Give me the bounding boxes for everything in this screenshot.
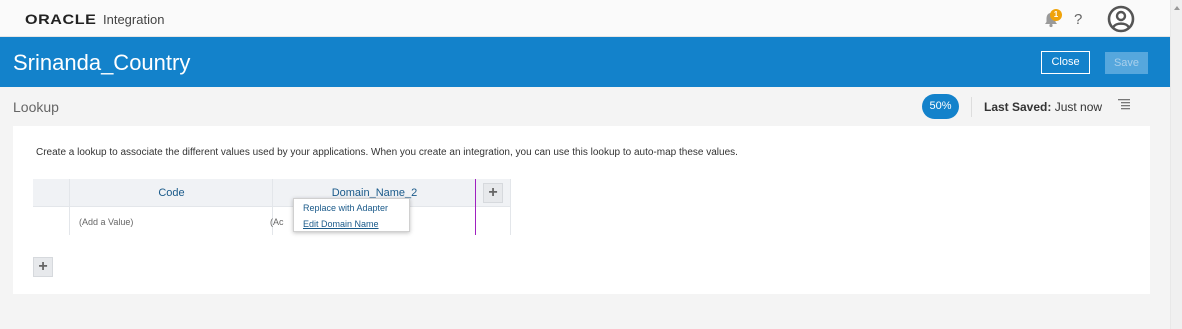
save-button[interactable]: Save	[1105, 52, 1148, 74]
lookup-description: Create a lookup to associate the differe…	[36, 147, 738, 158]
scroll-up-arrow-icon[interactable]	[1174, 6, 1180, 10]
column-divider	[510, 179, 511, 235]
column-context-menu: Replace with Adapter Edit Domain Name	[293, 198, 410, 232]
lookup-title: Srinanda_Country	[13, 50, 191, 75]
replace-with-adapter-item[interactable]: Replace with Adapter	[303, 203, 388, 213]
code-value-cell[interactable]: (Add a Value)	[79, 217, 133, 227]
lookup-card: Create a lookup to associate the differe…	[13, 126, 1150, 294]
selected-column-indicator	[475, 179, 476, 235]
user-avatar-icon[interactable]	[1107, 5, 1135, 33]
close-button[interactable]: Close	[1041, 51, 1090, 74]
domain-value-cell[interactable]: (Ac	[270, 217, 284, 227]
menu-icon[interactable]	[1118, 98, 1130, 110]
last-saved-label: Last Saved:	[984, 100, 1052, 114]
page-header: Srinanda_Country Close Save	[0, 37, 1170, 87]
top-bar: ORACLE Integration 1 ?	[0, 0, 1170, 37]
edit-domain-name-item[interactable]: Edit Domain Name	[303, 219, 379, 229]
section-title: Lookup	[13, 99, 59, 115]
divider	[971, 97, 972, 117]
last-saved-value: Just now	[1054, 100, 1103, 114]
add-row-button[interactable]: +	[33, 257, 53, 277]
progress-badge: 50%	[922, 94, 959, 119]
column-header-code[interactable]: Code	[70, 179, 273, 207]
product-name: Integration	[103, 12, 165, 27]
add-column-button[interactable]: +	[483, 183, 503, 203]
oracle-logo[interactable]: ORACLE	[25, 11, 96, 27]
last-saved-status: Last Saved: Just now	[984, 100, 1102, 114]
notification-badge: 1	[1050, 9, 1062, 21]
help-icon[interactable]: ?	[1074, 11, 1082, 28]
page-scrollbar[interactable]	[1170, 0, 1182, 329]
